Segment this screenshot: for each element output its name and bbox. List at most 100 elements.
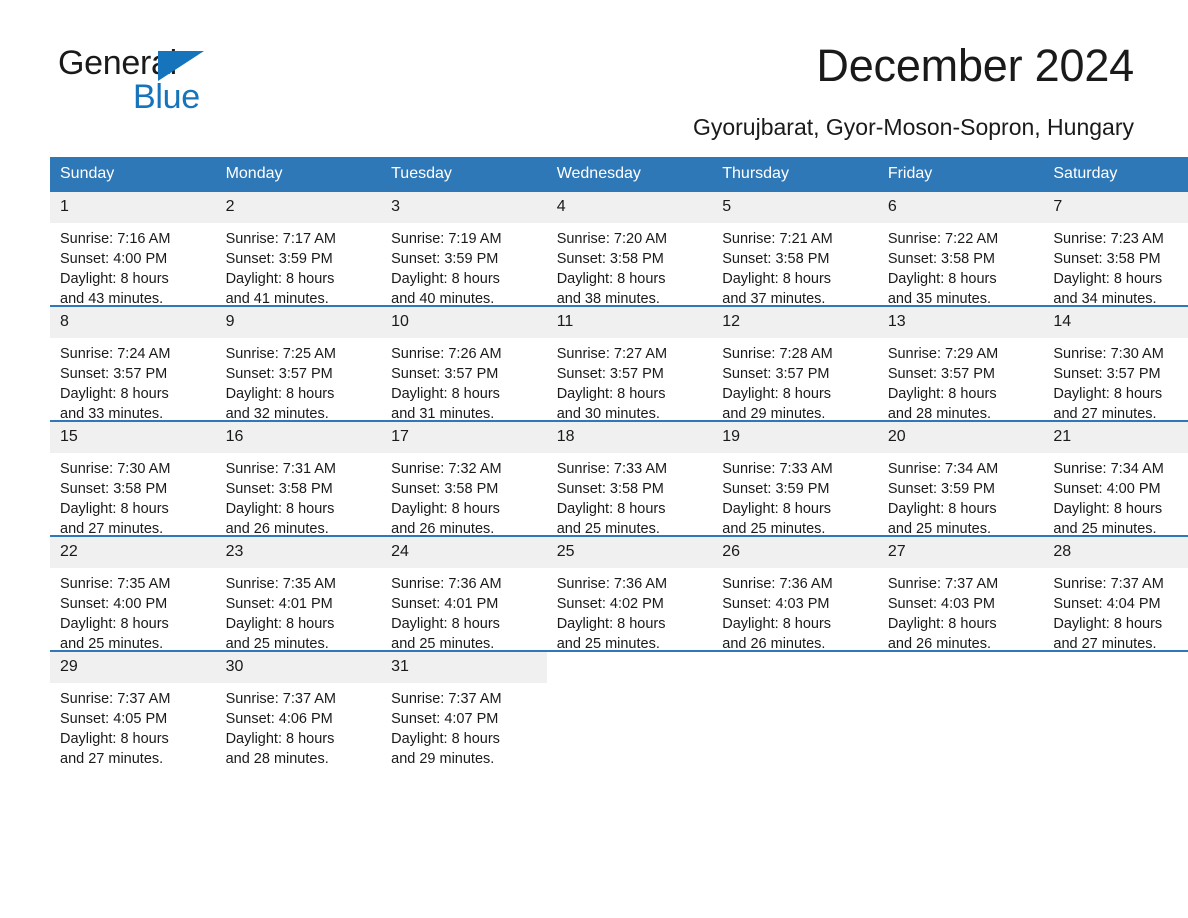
daylight-duration-line1: Daylight: 8 hours <box>887 386 997 402</box>
weekday-header-saturday: Saturday <box>1043 157 1188 192</box>
sunrise-time: Sunrise: 7:34 AM <box>887 461 999 477</box>
sunset-time: Sunset: 4:02 PM <box>556 596 664 612</box>
calendar-day-cell[interactable]: 20 Sunrise: 7:34 AM Sunset: 3:59 PM Dayligh… <box>877 420 1044 539</box>
sunset-time: Sunset: 4:07 PM <box>391 711 499 727</box>
calendar-day-cell[interactable]: 23 Sunrise: 7:35 AM Sunset: 4:01 PM Dayligh… <box>215 535 382 652</box>
calendar-day-cell[interactable]: 12 Sunrise: 7:28 AM Sunset: 3:57 PM Dayligh… <box>712 305 878 424</box>
calendar-day-cell[interactable]: 29 Sunrise: 7:37 AM Sunset: 4:05 PM Dayligh… <box>50 650 216 767</box>
day-details: Sunrise: 7:19 AM Sunset: 3:59 PM Daylight:… <box>381 223 547 309</box>
daylight-duration-line1: Daylight: 8 hours <box>391 501 500 517</box>
daylight-duration-line2: and 29 minutes. <box>391 751 495 767</box>
sunset-time: Sunset: 4:01 PM <box>225 596 333 612</box>
day-number: 31 <box>381 652 547 683</box>
calendar-day-cell[interactable]: 19 Sunrise: 7:33 AM Sunset: 3:59 PM Dayligh… <box>712 420 878 537</box>
daylight-duration-line2: and 33 minutes. <box>60 406 164 422</box>
daylight-duration-line1: Daylight: 8 hours <box>1053 501 1163 517</box>
day-number: 9 <box>215 307 382 338</box>
calendar-day-cell[interactable]: 10 Sunrise: 7:26 AM Sunset: 3:57 PM Dayligh… <box>381 305 547 422</box>
sunrise-time: Sunrise: 7:32 AM <box>391 461 502 477</box>
weekday-header-monday: Monday <box>215 157 382 192</box>
calendar-day-cell[interactable]: 25 Sunrise: 7:36 AM Sunset: 4:02 PM Dayligh… <box>546 535 713 652</box>
sunset-time: Sunset: 3:57 PM <box>1053 366 1161 382</box>
daylight-duration-line1: Daylight: 8 hours <box>391 271 500 287</box>
day-details: Sunrise: 7:34 AM Sunset: 3:59 PM Daylight:… <box>878 453 1044 539</box>
calendar-day-cell[interactable]: 30 Sunrise: 7:37 AM Sunset: 4:06 PM Dayligh… <box>215 650 382 767</box>
day-details: Sunrise: 7:36 AM Sunset: 4:03 PM Daylight:… <box>712 568 878 654</box>
daylight-duration-line1: Daylight: 8 hours <box>225 731 335 747</box>
daylight-duration-line1: Daylight: 8 hours <box>225 616 335 632</box>
daylight-duration-line1: Daylight: 8 hours <box>556 271 666 287</box>
day-details: Sunrise: 7:21 AM Sunset: 3:58 PM Daylight:… <box>712 223 878 309</box>
daylight-duration-line1: Daylight: 8 hours <box>556 386 666 402</box>
sunrise-time: Sunrise: 7:36 AM <box>722 576 833 592</box>
day-number: 27 <box>877 537 1044 568</box>
sunset-time: Sunset: 3:58 PM <box>556 251 664 267</box>
daylight-duration-line2: and 26 minutes. <box>722 636 826 652</box>
calendar-day-cell[interactable]: 27 Sunrise: 7:37 AM Sunset: 4:03 PM Dayligh… <box>877 535 1044 654</box>
sunset-time: Sunset: 3:59 PM <box>887 481 996 497</box>
day-number: 7 <box>1043 192 1188 223</box>
daylight-duration-line1: Daylight: 8 hours <box>722 616 832 632</box>
day-number <box>878 652 1044 683</box>
weekday-header-thursday: Thursday <box>712 157 878 192</box>
daylight-duration-line2: and 31 minutes. <box>391 406 495 422</box>
day-details: Sunrise: 7:29 AM Sunset: 3:57 PM Daylight:… <box>878 338 1044 424</box>
daylight-duration-line1: Daylight: 8 hours <box>887 616 997 632</box>
sunset-time: Sunset: 3:57 PM <box>722 366 830 382</box>
daylight-duration-line1: Daylight: 8 hours <box>1053 386 1163 402</box>
day-number <box>712 652 878 683</box>
calendar-day-cell[interactable]: 24 Sunrise: 7:36 AM Sunset: 4:01 PM Dayligh… <box>381 535 547 654</box>
calendar-day-cell[interactable]: 4 Sunrise: 7:20 AM Sunset: 3:58 PM Daylight… <box>546 192 713 307</box>
day-number: 6 <box>877 192 1044 223</box>
daylight-duration-line2: and 37 minutes. <box>722 291 826 307</box>
calendar-day-cell[interactable]: 14 Sunrise: 7:30 AM Sunset: 3:57 PM Dayligh… <box>1043 305 1188 422</box>
daylight-duration-line1: Daylight: 8 hours <box>722 501 832 517</box>
calendar-day-cell <box>877 650 1044 765</box>
calendar-day-cell[interactable]: 21 Sunrise: 7:34 AM Sunset: 4:00 PM Dayligh… <box>1043 420 1188 537</box>
daylight-duration-line2: and 30 minutes. <box>556 406 660 422</box>
sunrise-time: Sunrise: 7:35 AM <box>60 576 171 592</box>
sunrise-time: Sunrise: 7:36 AM <box>391 576 502 592</box>
day-details <box>1043 683 1188 689</box>
calendar-day-cell[interactable]: 9 Sunrise: 7:25 AM Sunset: 3:57 PM Daylight… <box>215 305 382 422</box>
daylight-duration-line2: and 34 minutes. <box>1053 291 1157 307</box>
calendar-day-cell[interactable]: 1 Sunrise: 7:16 AM Sunset: 4:00 PM Daylight… <box>50 192 216 307</box>
day-details: Sunrise: 7:37 AM Sunset: 4:04 PM Daylight:… <box>1043 568 1188 654</box>
calendar-day-cell[interactable]: 6 Sunrise: 7:22 AM Sunset: 3:58 PM Daylight… <box>877 192 1044 309</box>
sunrise-time: Sunrise: 7:34 AM <box>1053 461 1164 477</box>
daylight-duration-line2: and 27 minutes. <box>1053 406 1157 422</box>
daylight-duration-line1: Daylight: 8 hours <box>60 271 169 287</box>
day-details: Sunrise: 7:37 AM Sunset: 4:03 PM Daylight:… <box>878 568 1044 654</box>
day-number: 25 <box>546 537 713 568</box>
day-details: Sunrise: 7:28 AM Sunset: 3:57 PM Daylight:… <box>712 338 878 424</box>
calendar-day-cell[interactable]: 2 Sunrise: 7:17 AM Sunset: 3:59 PM Daylight… <box>215 192 382 307</box>
calendar-day-cell[interactable]: 13 Sunrise: 7:29 AM Sunset: 3:57 PM Dayligh… <box>877 305 1044 424</box>
sunrise-time: Sunrise: 7:33 AM <box>722 461 833 477</box>
sunrise-time: Sunrise: 7:16 AM <box>60 231 171 247</box>
calendar-day-cell[interactable]: 22 Sunrise: 7:35 AM Sunset: 4:00 PM Dayligh… <box>50 535 216 652</box>
calendar-day-cell[interactable]: 3 Sunrise: 7:19 AM Sunset: 3:59 PM Daylight… <box>381 192 547 309</box>
calendar-day-cell <box>1043 650 1188 765</box>
day-details: Sunrise: 7:22 AM Sunset: 3:58 PM Daylight:… <box>878 223 1044 309</box>
day-number: 11 <box>546 307 713 338</box>
calendar-day-cell[interactable]: 5 Sunrise: 7:21 AM Sunset: 3:58 PM Daylight… <box>712 192 878 309</box>
calendar-day-cell[interactable]: 26 Sunrise: 7:36 AM Sunset: 4:03 PM Dayligh… <box>712 535 878 654</box>
calendar-day-cell[interactable]: 31 Sunrise: 7:37 AM Sunset: 4:07 PM Dayligh… <box>381 650 547 767</box>
calendar-day-cell[interactable]: 16 Sunrise: 7:31 AM Sunset: 3:58 PM Dayligh… <box>215 420 382 537</box>
daylight-duration-line1: Daylight: 8 hours <box>225 386 335 402</box>
daylight-duration-line2: and 26 minutes. <box>225 521 329 537</box>
day-details: Sunrise: 7:36 AM Sunset: 4:01 PM Daylight:… <box>381 568 547 654</box>
calendar-day-cell[interactable]: 8 Sunrise: 7:24 AM Sunset: 3:57 PM Daylight… <box>50 305 216 422</box>
calendar-day-cell[interactable]: 7 Sunrise: 7:23 AM Sunset: 3:58 PM Daylight… <box>1043 192 1188 307</box>
calendar-day-cell[interactable]: 18 Sunrise: 7:33 AM Sunset: 3:58 PM Dayligh… <box>546 420 713 537</box>
calendar-day-cell[interactable]: 11 Sunrise: 7:27 AM Sunset: 3:57 PM Dayligh… <box>546 305 713 422</box>
daylight-duration-line2: and 28 minutes. <box>225 751 329 767</box>
calendar-day-cell[interactable]: 15 Sunrise: 7:30 AM Sunset: 3:58 PM Dayligh… <box>50 420 216 537</box>
triangle-logo-icon <box>158 51 204 81</box>
calendar-week-row: 22 Sunrise: 7:35 AM Sunset: 4:00 PM Dayligh… <box>50 535 1188 654</box>
sunset-time: Sunset: 4:03 PM <box>887 596 996 612</box>
calendar-day-cell[interactable]: 17 Sunrise: 7:32 AM Sunset: 3:58 PM Dayligh… <box>381 420 547 537</box>
weekday-header-friday: Friday <box>877 157 1044 192</box>
daylight-duration-line1: Daylight: 8 hours <box>556 501 666 517</box>
calendar-day-cell[interactable]: 28 Sunrise: 7:37 AM Sunset: 4:04 PM Dayligh… <box>1043 535 1188 654</box>
